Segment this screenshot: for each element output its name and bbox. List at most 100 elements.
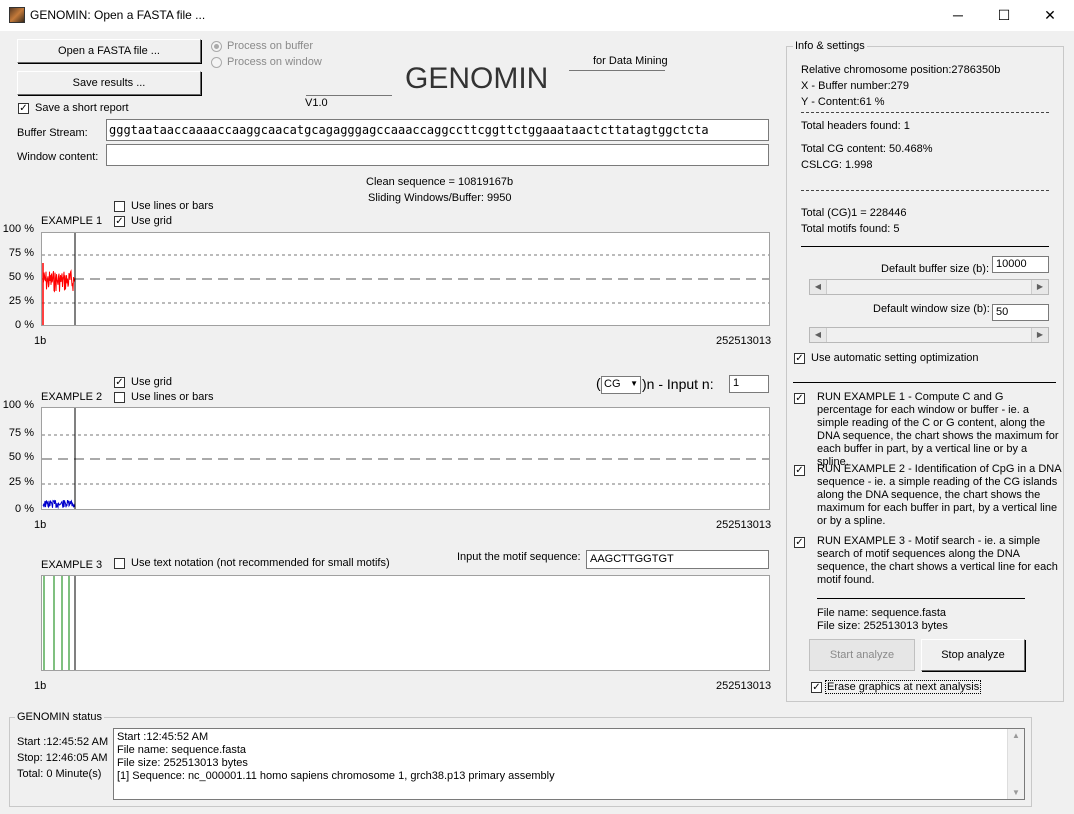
ex3-x-start: 1b: [34, 680, 47, 692]
motif-sequence-label: Input the motif sequence:: [457, 551, 581, 563]
save-results-button[interactable]: Save results ...: [17, 71, 201, 95]
process-buffer-radio[interactable]: [211, 41, 222, 52]
window-size-label: Default window size (b):: [873, 303, 990, 315]
window-content-field[interactable]: [106, 144, 769, 166]
ex2-ytick-50: 50 %: [8, 451, 34, 463]
motif-select[interactable]: CG ▼: [601, 376, 641, 394]
relative-position-text: Relative chromosome position:2786350b: [801, 64, 1001, 76]
ex3-x-end: 252513013: [716, 680, 772, 692]
ex2-paren: (: [596, 375, 601, 391]
input-n-label: )n - Input n:: [642, 376, 714, 392]
status-stop: Stop: 12:46:05 AM: [17, 752, 108, 764]
buffer-size-label: Default buffer size (b):: [881, 263, 990, 275]
info-separator-4: [793, 382, 1056, 383]
maximize-button[interactable]: ☐: [981, 0, 1027, 31]
logo-line-left: [306, 95, 392, 96]
file-name-text: File name: sequence.fasta: [817, 607, 947, 619]
auto-optimization-label: Use automatic setting optimization: [811, 352, 979, 364]
cg-content-text: Total CG content: 50.468%: [801, 143, 933, 155]
ex2-lines-checkbox[interactable]: [114, 392, 125, 403]
ex1-series-line: [42, 269, 76, 293]
ex1-grid-label: Use grid: [131, 215, 172, 227]
run-example1-label: RUN EXAMPLE 1 - Compute C and G percenta…: [817, 391, 1059, 468]
erase-graphics-label: Erase graphics at next analysis: [825, 680, 982, 694]
example3-chart: [41, 575, 770, 671]
ex1-ytick-0: 0 %: [15, 319, 34, 331]
chevron-down-icon: ▼: [630, 379, 638, 388]
scroll-right-icon[interactable]: ▶: [1031, 280, 1048, 294]
process-window-label: Process on window: [227, 56, 322, 68]
ex1-x-start: 1b: [34, 335, 47, 347]
buffer-size-scrollbar[interactable]: ◀ ▶: [809, 279, 1049, 295]
file-size-text: File size: 252513013 bytes: [817, 620, 948, 632]
erase-graphics-checkbox[interactable]: ✓: [811, 682, 822, 693]
ex1-ytick-25: 25 %: [8, 295, 34, 307]
example3-label: EXAMPLE 3: [41, 559, 103, 571]
ex1-x-end: 252513013: [716, 335, 772, 347]
ex1-lines-checkbox[interactable]: [114, 201, 125, 212]
ex1-ytick-50: 50 %: [8, 271, 34, 283]
run-example2-label: RUN EXAMPLE 2 - Identification of CpG in…: [817, 463, 1061, 527]
clean-sequence-text: Clean sequence = 10819167b: [366, 176, 514, 188]
ex2-grid-label: Use grid: [131, 376, 172, 388]
status-log-scrollbar[interactable]: ▲ ▼: [1007, 729, 1024, 799]
version-label: V1.0: [305, 97, 328, 109]
close-button[interactable]: ✕: [1027, 0, 1073, 31]
ex1-ytick-75: 75 %: [8, 247, 34, 259]
ex2-series-line: [42, 499, 76, 509]
window-content-label: Window content:: [17, 151, 99, 163]
window-title: GENOMIN: Open a FASTA file ...: [30, 8, 206, 22]
scroll-left-icon[interactable]: ◀: [810, 280, 827, 294]
logo-line-right: [569, 70, 665, 71]
ex1-grid-checkbox[interactable]: ✓: [114, 216, 125, 227]
cslcg-text: CSLCG: 1.998: [801, 159, 873, 171]
scroll-right-icon[interactable]: ▶: [1031, 328, 1048, 342]
start-analyze-button[interactable]: Start analyze: [809, 639, 915, 671]
info-separator-3: [801, 246, 1049, 247]
status-log[interactable]: Start :12:45:52 AM File name: sequence.f…: [113, 728, 1025, 800]
motif-select-value: CG: [604, 378, 621, 390]
window-size-field[interactable]: 50: [992, 304, 1049, 321]
status-log-text: Start :12:45:52 AM File name: sequence.f…: [117, 731, 555, 782]
status-title: GENOMIN status: [15, 711, 104, 723]
run-example2-checkbox[interactable]: ✓: [794, 465, 805, 476]
save-report-checkbox[interactable]: ✓: [18, 103, 29, 114]
ex3-text-checkbox[interactable]: [114, 558, 125, 569]
ex2-grid-checkbox[interactable]: ✓: [114, 377, 125, 388]
auto-optimization-checkbox[interactable]: ✓: [794, 353, 805, 364]
ex2-ytick-75: 75 %: [8, 427, 34, 439]
buffer-size-field[interactable]: 10000: [992, 256, 1049, 273]
example1-label: EXAMPLE 1: [41, 215, 103, 227]
minimize-button[interactable]: ─: [935, 0, 981, 31]
run-example3-checkbox[interactable]: ✓: [794, 537, 805, 548]
open-fasta-button[interactable]: Open a FASTA file ...: [17, 39, 201, 63]
input-n-field[interactable]: 1: [729, 375, 769, 393]
title-bar: GENOMIN: Open a FASTA file ... ─ ☐ ✕: [0, 0, 1074, 31]
ex2-ytick-0: 0 %: [15, 503, 34, 515]
window-size-scrollbar[interactable]: ◀ ▶: [809, 327, 1049, 343]
run-example1-checkbox[interactable]: ✓: [794, 393, 805, 404]
total-cg1-text: Total (CG)1 = 228446: [801, 207, 907, 219]
example1-chart: [41, 232, 770, 326]
tagline-label: for Data Mining: [593, 55, 668, 67]
ex2-x-end: 252513013: [716, 519, 772, 531]
ex2-ytick-100: 100 %: [2, 399, 34, 411]
ex3-text-label: Use text notation (not recommended for s…: [131, 557, 390, 569]
run-example3-label: RUN EXAMPLE 3 - Motif search - ie. a sim…: [817, 535, 1058, 586]
buffer-number-text: X - Buffer number:279: [801, 80, 910, 92]
info-settings-title: Info & settings: [793, 40, 867, 52]
ex2-x-start: 1b: [34, 519, 47, 531]
buffer-stream-field[interactable]: gggtaataaccaaaaccaaggcaacatgcagagggagcca…: [106, 119, 769, 141]
example2-label: EXAMPLE 2: [41, 391, 103, 403]
scroll-left-icon[interactable]: ◀: [810, 328, 827, 342]
process-window-radio[interactable]: [211, 57, 222, 68]
process-buffer-label: Process on buffer: [227, 40, 314, 52]
ex1-lines-label: Use lines or bars: [131, 200, 214, 212]
info-separator-1: [801, 112, 1049, 113]
scroll-down-icon[interactable]: ▼: [1008, 788, 1024, 797]
scroll-up-icon[interactable]: ▲: [1008, 731, 1024, 740]
motif-sequence-field[interactable]: AAGCTTGGTGT: [586, 550, 769, 569]
ex2-lines-label: Use lines or bars: [131, 391, 214, 403]
save-report-label: Save a short report: [35, 102, 129, 114]
stop-analyze-button[interactable]: Stop analyze: [921, 639, 1025, 671]
